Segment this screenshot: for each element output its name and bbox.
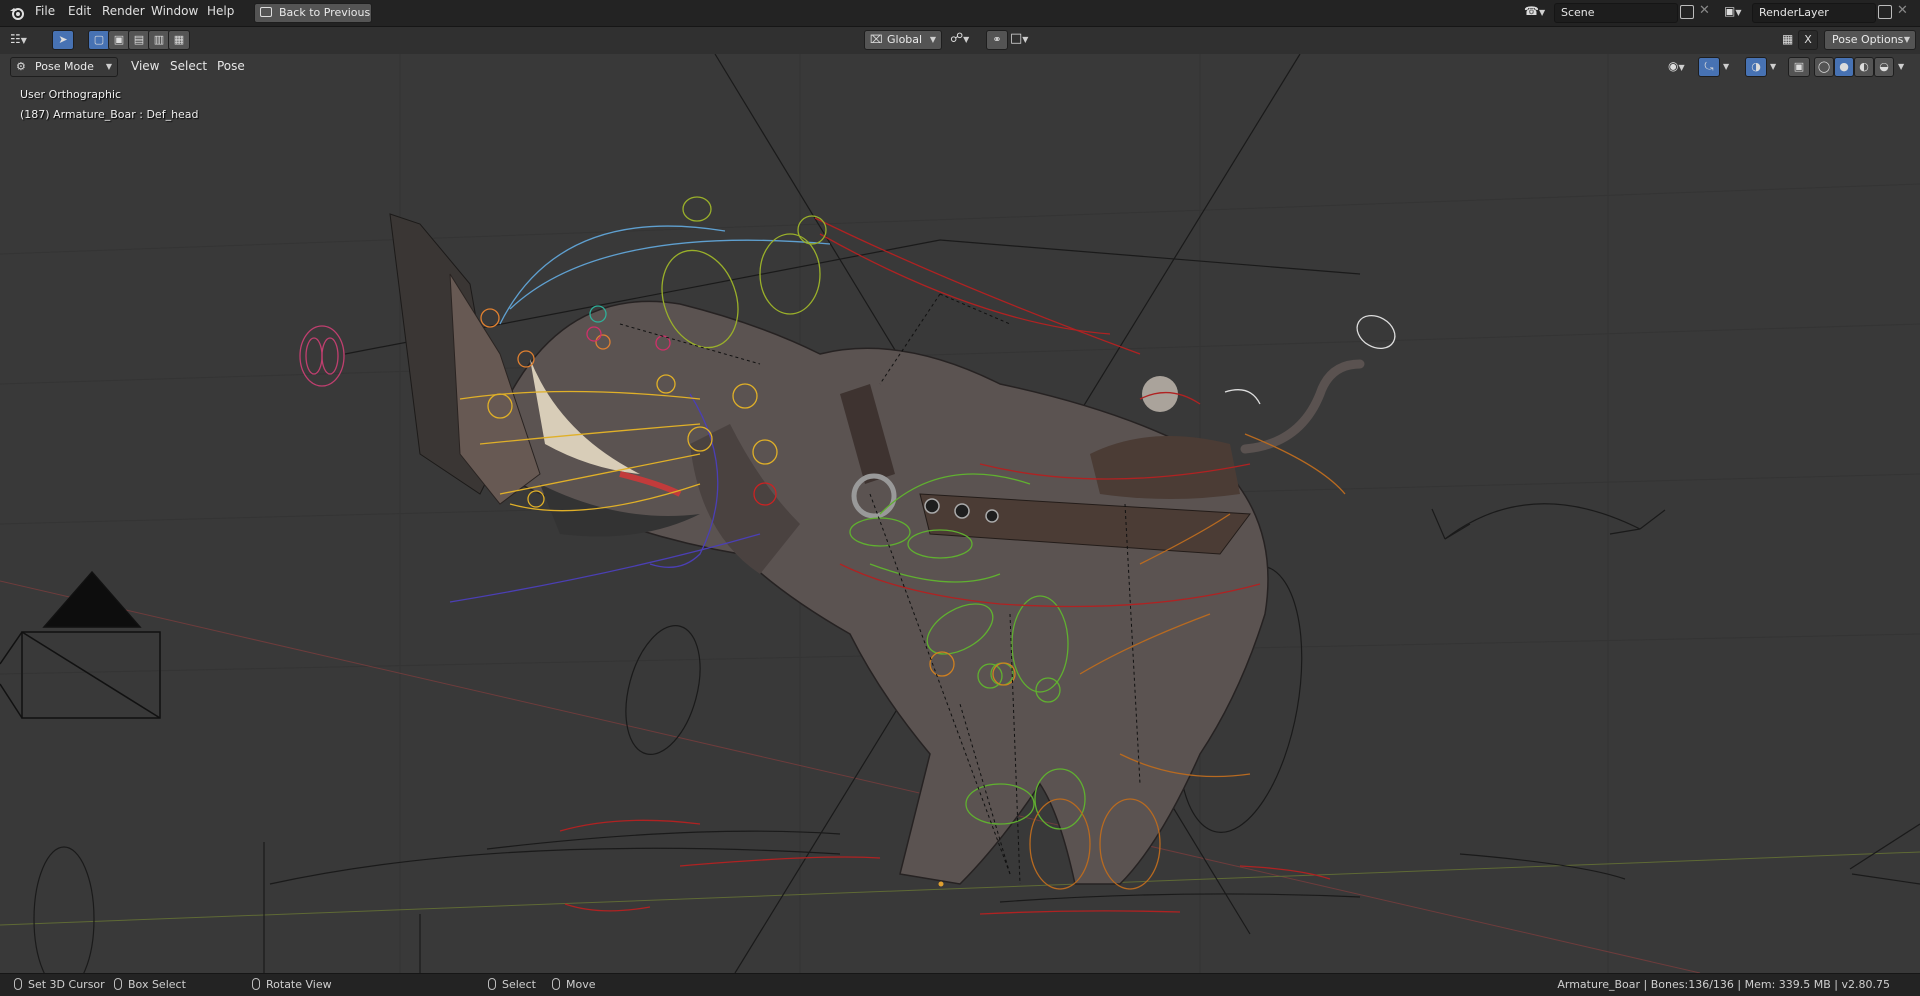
status-box-select: Box Select	[114, 978, 186, 991]
renderlayer-icon[interactable]: ▣▼	[1724, 4, 1750, 22]
gizmo-dropdown-icon[interactable]: ▼	[1723, 62, 1729, 71]
tool-header: ☷▼ ➤ ▢ ▣ ▤ ▥ ▦ ⌧ Global ▼ ☍▼ ⚭ □▼ ▦ X Po…	[0, 27, 1920, 54]
status-move: Move	[552, 978, 596, 991]
gizmo-icon[interactable]: ⤿	[1698, 57, 1720, 77]
shading-dropdown-icon[interactable]: ▼	[1898, 62, 1904, 71]
select-box-icon[interactable]: ▢	[88, 30, 110, 50]
select-invert-icon[interactable]: ▥	[148, 30, 170, 50]
status-set-cursor: Set 3D Cursor	[14, 978, 105, 991]
close-renderlayer-icon[interactable]: ✕	[1897, 3, 1908, 18]
camera-object	[0, 570, 161, 719]
pose-options-label: Pose Options	[1832, 33, 1904, 46]
mode-dropdown[interactable]: ⚙ Pose Mode ▼	[10, 57, 118, 77]
menu-window[interactable]: Window	[151, 4, 198, 18]
mouse-left-drag-icon	[114, 978, 122, 990]
xray-icon[interactable]: ▣	[1788, 57, 1810, 77]
mode-label: Pose Mode	[35, 60, 94, 73]
close-icon[interactable]: ✕	[1699, 3, 1710, 18]
mouse-right-drag-icon	[552, 978, 560, 990]
viewport-menu-view[interactable]: View	[131, 59, 159, 73]
material-shading-icon[interactable]: ◐	[1854, 57, 1874, 77]
visibility-icon[interactable]: ◉▼	[1668, 59, 1685, 73]
mouse-middle-icon	[252, 978, 260, 990]
status-bar: Set 3D Cursor Box Select Rotate View Sel…	[0, 973, 1920, 996]
scene-field[interactable]: Scene	[1554, 3, 1678, 23]
scene-icon[interactable]: ☎▼	[1524, 4, 1550, 22]
blender-logo-icon[interactable]	[9, 5, 25, 21]
overlay-dropdown-icon[interactable]: ▼	[1770, 62, 1776, 71]
select-subtract-icon[interactable]: ▤	[128, 30, 150, 50]
menu-file[interactable]: File	[35, 4, 55, 18]
overlay-icon[interactable]: ◑	[1745, 57, 1767, 77]
view-name-label: User Orthographic	[20, 88, 122, 101]
menu-render[interactable]: Render	[102, 4, 145, 18]
new-renderlayer-icon[interactable]	[1878, 5, 1892, 19]
editor-type-icon[interactable]: ☷▼	[10, 32, 27, 46]
wireframe-shading-icon[interactable]: ◯	[1814, 57, 1834, 77]
select-extend-icon[interactable]: ▣	[108, 30, 130, 50]
select-tool-icon[interactable]: ➤	[52, 30, 74, 50]
boar-mesh	[389, 213, 1365, 885]
transform-orientation-dropdown[interactable]: ⌧ Global ▼	[864, 30, 942, 50]
status-rotate-view: Rotate View	[252, 978, 332, 991]
x-axis-line	[0, 580, 1701, 973]
viewport-scene	[0, 54, 1920, 973]
3d-viewport[interactable]: ⚙ Pose Mode ▼ View Select Pose ◉▼ ⤿ ▼ ◑ …	[0, 54, 1920, 973]
rendered-shading-icon[interactable]: ◒	[1874, 57, 1894, 77]
viewport-menu-pose[interactable]: Pose	[217, 59, 245, 73]
new-scene-icon[interactable]	[1680, 5, 1694, 19]
mouse-right-icon	[488, 978, 496, 990]
status-select: Select	[488, 978, 536, 991]
snap-icon[interactable]: ⚭	[986, 30, 1008, 50]
pose-mode-icon: ⚙	[16, 60, 26, 73]
viewport-menu-select[interactable]: Select	[170, 59, 207, 73]
back-to-previous-button[interactable]: Back to Previous	[254, 3, 372, 23]
solid-shading-icon[interactable]: ●	[1834, 57, 1854, 77]
select-intersect-icon[interactable]: ▦	[168, 30, 190, 50]
pivot-icon[interactable]: ☍▼	[950, 31, 969, 46]
renderlayer-field[interactable]: RenderLayer	[1752, 3, 1876, 23]
3d-cursor	[938, 881, 944, 887]
back-to-previous-label: Back to Previous	[279, 6, 371, 19]
proportional-icon[interactable]: □▼	[1010, 31, 1028, 46]
top-menu-bar: File Edit Render Window Help Back to Pre…	[0, 0, 1920, 27]
bone-x-axis-icon[interactable]: ▦	[1782, 32, 1793, 46]
mouse-left-icon	[14, 978, 22, 990]
menu-help[interactable]: Help	[207, 4, 234, 18]
x-mirror-toggle[interactable]: X	[1798, 30, 1818, 50]
back-icon	[260, 7, 272, 17]
orientation-label: Global	[887, 33, 923, 46]
status-info: Armature_Boar | Bones:136/136 | Mem: 339…	[1557, 978, 1890, 991]
menu-edit[interactable]: Edit	[68, 4, 91, 18]
active-object-info: (187) Armature_Boar : Def_head	[20, 108, 199, 121]
pose-options-dropdown[interactable]: Pose Options ▼	[1824, 30, 1916, 50]
transform-orientation-icon: ⌧	[870, 33, 883, 46]
